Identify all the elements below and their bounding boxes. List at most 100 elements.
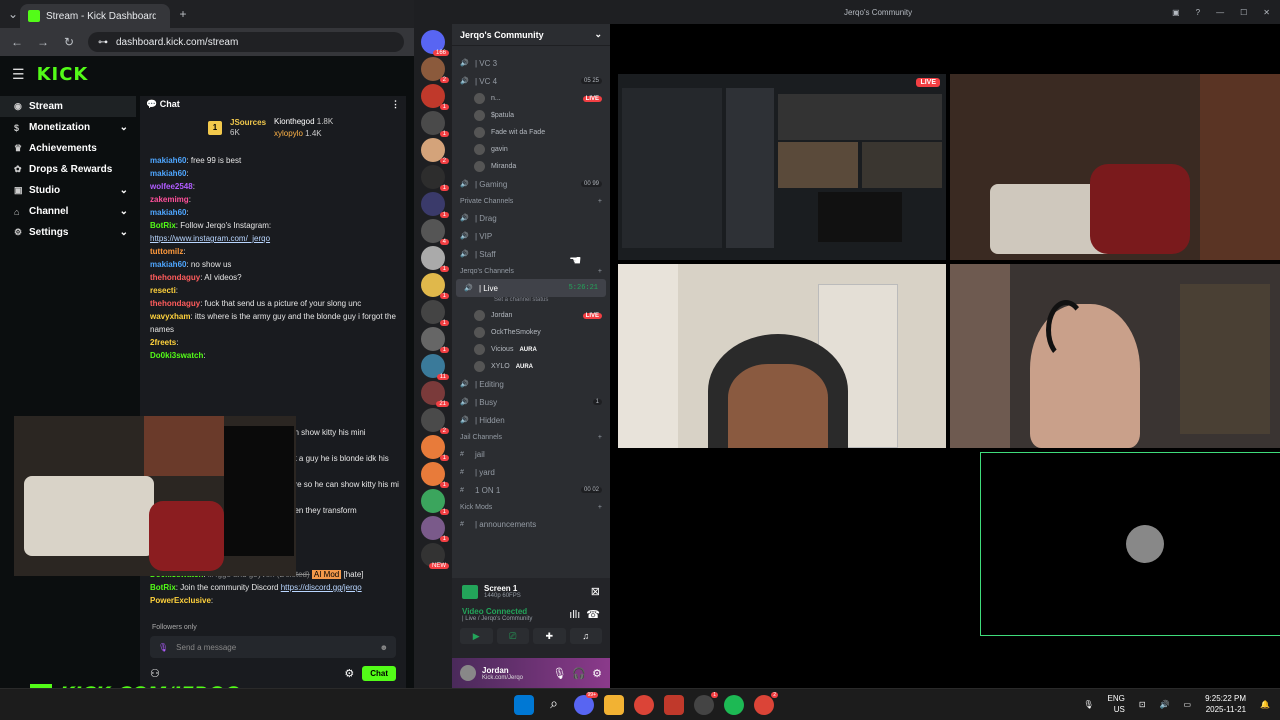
channel-category[interactable]: Private Channels +	[452, 193, 610, 209]
volume-icon[interactable]: 🔊	[1160, 700, 1170, 709]
mic-icon[interactable]: 🎙	[158, 643, 168, 652]
chat-username[interactable]: BotRix	[150, 583, 176, 592]
server-icon[interactable]: 1	[421, 435, 449, 461]
app-icon[interactable]: 1	[694, 692, 718, 715]
chevron-down-icon[interactable]: ⌄	[594, 29, 602, 40]
server-icon[interactable]: 1	[421, 462, 449, 488]
sidebar-item-stream[interactable]: ◉ Stream	[0, 96, 136, 117]
channel-item[interactable]: 🔊 | Editing	[452, 375, 610, 393]
chat-username[interactable]: resecti	[150, 286, 176, 295]
chat-send-button[interactable]: Chat	[362, 666, 396, 681]
discord-link[interactable]: https://discord.gg/jerqo	[281, 583, 362, 592]
add-channel-icon[interactable]: +	[598, 434, 602, 441]
chat-username[interactable]: BotRix	[150, 221, 176, 230]
server-icon[interactable]: 1	[421, 300, 449, 326]
server-icon[interactable]: 1	[421, 165, 449, 191]
channel-category[interactable]: Kick Mods +	[452, 499, 610, 515]
chrome-icon[interactable]	[634, 695, 654, 715]
chat-tools-icon[interactable]: ⚇	[150, 667, 160, 680]
voice-channel-path[interactable]: | Live / Jerqo's Community	[462, 616, 563, 622]
browser-tab[interactable]: Stream - Kick Dashboard ✕	[20, 4, 170, 28]
voice-user[interactable]: XYLO AURA	[452, 358, 610, 375]
server-icon[interactable]: 2	[421, 57, 449, 83]
sidebar-item-drops-rewards[interactable]: ✿ Drops & Rewards	[0, 159, 136, 180]
deafen-icon[interactable]: 🎧	[572, 667, 586, 680]
voice-user[interactable]: Miranda	[452, 158, 610, 175]
voice-user[interactable]: Fade wit da Fade	[452, 124, 610, 141]
server-icon[interactable]: 2	[421, 408, 449, 434]
chat-username[interactable]: thehondaguy	[150, 273, 200, 282]
network-icon[interactable]: ⊡	[1139, 700, 1146, 709]
third-gifter-name[interactable]: xylopylo	[274, 129, 303, 138]
chat-settings-icon[interactable]: ⚙	[344, 667, 354, 680]
stop-share-icon[interactable]: ⊠	[591, 585, 600, 598]
chat-username[interactable]: makiah60	[150, 169, 186, 178]
top-gifter-name[interactable]: JSources	[230, 118, 266, 128]
hamburger-menu-icon[interactable]: ☰	[12, 66, 25, 83]
soundboard-button[interactable]: ♫	[569, 628, 602, 644]
channel-item[interactable]: # jail	[452, 445, 610, 463]
chevron-down-icon[interactable]: ⌄	[120, 185, 128, 196]
help-icon[interactable]: ?	[1196, 8, 1200, 17]
noise-suppression-icon[interactable]: ıllı	[569, 609, 580, 621]
clock[interactable]: 9:25:22 PM 2025-11-21	[1205, 693, 1246, 715]
chat-username[interactable]: zakemimg	[150, 195, 189, 204]
voice-user[interactable]: n... LIVE	[452, 90, 610, 107]
share-screen-button[interactable]: ⎚	[496, 628, 529, 644]
url-field[interactable]: ⊶ dashboard.kick.com/stream	[88, 32, 404, 52]
server-icon[interactable]: 1	[421, 516, 449, 542]
sidebar-item-achievements[interactable]: ♛ Achievements	[0, 138, 136, 159]
language[interactable]: ENG	[1108, 693, 1125, 704]
channel-category[interactable]: Jerqo's Channels +	[452, 263, 610, 279]
chat-menu-icon[interactable]: ⋮	[391, 99, 400, 110]
server-icon[interactable]: 21	[421, 381, 449, 407]
add-channel-icon[interactable]: +	[598, 198, 602, 205]
close-window-icon[interactable]: ✕	[1263, 8, 1270, 17]
sidebar-item-channel[interactable]: ⌂ Channel ⌄	[0, 201, 136, 222]
screen-share-tile[interactable]: LIVE	[618, 74, 946, 260]
channel-item[interactable]: 🔊 | Busy 1	[452, 393, 610, 411]
server-icon[interactable]: 11	[421, 354, 449, 380]
server-icon[interactable]: NEW	[421, 543, 449, 569]
chat-username[interactable]: 2freets	[150, 338, 176, 347]
chrome-profile-icon[interactable]: 2	[754, 692, 778, 715]
channel-item[interactable]: # | announcements	[452, 515, 610, 533]
add-channel-icon[interactable]: +	[598, 504, 602, 511]
camera-button[interactable]: ▶	[460, 628, 493, 644]
voice-user[interactable]: $patula	[452, 107, 610, 124]
server-icon[interactable]: 1	[421, 327, 449, 353]
server-icon[interactable]: 1	[421, 111, 449, 137]
voice-user[interactable]: OckTheSmokey	[452, 324, 610, 341]
channel-category[interactable]: Jail Channels +	[452, 429, 610, 445]
sidebar-item-settings[interactable]: ⚙ Settings ⌄	[0, 222, 136, 243]
chat-username[interactable]: makiah60	[150, 208, 186, 217]
channel-item[interactable]: 🔊 | Hidden	[452, 411, 610, 429]
emoji-icon[interactable]: ☻	[380, 643, 388, 652]
sidebar-item-studio[interactable]: ▣ Studio ⌄	[0, 180, 136, 201]
user-settings-icon[interactable]: ⚙	[592, 667, 602, 680]
second-gifter-name[interactable]: Kionthegod	[274, 117, 314, 126]
server-icon[interactable]: 2	[421, 138, 449, 164]
chat-username[interactable]: wavyxham	[150, 312, 190, 321]
windows-start-icon[interactable]	[514, 695, 534, 715]
chat-username[interactable]: tuttomilz	[150, 247, 183, 256]
server-icon[interactable]: 1	[421, 84, 449, 110]
chevron-down-icon[interactable]: ⌄	[120, 227, 128, 238]
voice-user[interactable]: gavin	[452, 141, 610, 158]
site-info-icon[interactable]: ⊶	[98, 37, 108, 48]
chevron-down-icon[interactable]: ⌄	[120, 122, 128, 133]
reload-icon[interactable]: ↻	[62, 35, 76, 49]
video-tile-room[interactable]	[950, 74, 1280, 260]
chat-username[interactable]: thehondaguy	[150, 299, 200, 308]
video-tile-empty[interactable]	[980, 452, 1280, 636]
server-icon[interactable]: 1	[421, 192, 449, 218]
video-tile-person[interactable]	[618, 264, 946, 448]
add-channel-icon[interactable]: +	[598, 268, 602, 275]
obs-app-icon[interactable]	[664, 695, 684, 715]
tab-list-icon[interactable]: ⌄	[6, 7, 20, 21]
kick-logo[interactable]: KICK	[37, 64, 89, 85]
channel-item[interactable]: #1 ON 1 00 02	[452, 481, 610, 499]
channel-item[interactable]: 🔊 | Drag	[452, 209, 610, 227]
chat-username[interactable]: wolfee2548	[150, 182, 193, 191]
channel-item[interactable]: 🔊 | VC 4 05 25	[452, 72, 610, 90]
